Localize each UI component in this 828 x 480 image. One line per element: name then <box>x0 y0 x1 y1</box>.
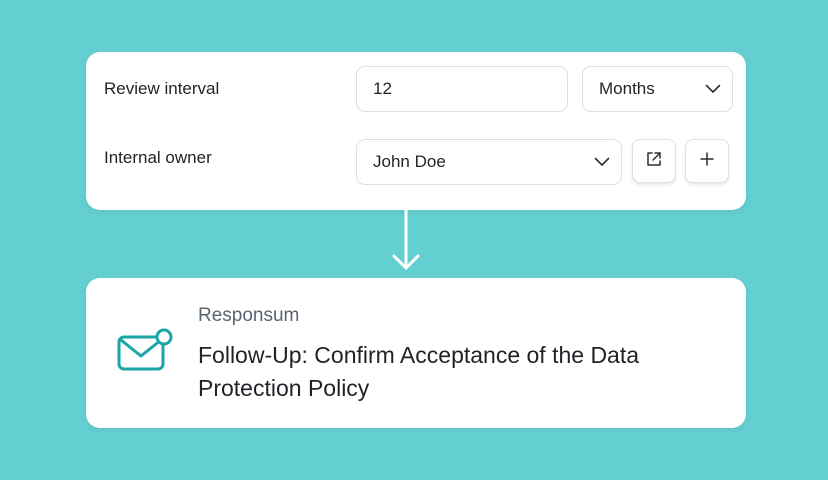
mail-notification-icon <box>116 327 176 375</box>
interval-unit-select[interactable]: Months <box>582 66 733 112</box>
external-link-icon <box>645 150 663 173</box>
review-interval-input[interactable]: 12 <box>356 66 568 112</box>
open-owner-button[interactable] <box>632 139 676 183</box>
settings-card: Review interval 12 Months Internal owner… <box>86 52 746 210</box>
plus-icon <box>699 151 715 172</box>
review-interval-label: Review interval <box>104 79 220 98</box>
add-owner-button[interactable] <box>685 139 729 183</box>
review-interval-value: 12 <box>373 79 392 98</box>
email-sender: Responsum <box>198 305 300 326</box>
email-subject: Follow-Up: Confirm Acceptance of the Dat… <box>198 342 640 401</box>
arrow-down-icon <box>389 208 423 274</box>
chevron-down-icon <box>583 140 621 184</box>
chevron-down-icon <box>694 67 732 111</box>
interval-unit-value: Months <box>599 79 655 98</box>
internal-owner-select[interactable]: John Doe <box>356 139 622 185</box>
internal-owner-value: John Doe <box>373 152 446 171</box>
internal-owner-label: Internal owner <box>104 148 212 167</box>
